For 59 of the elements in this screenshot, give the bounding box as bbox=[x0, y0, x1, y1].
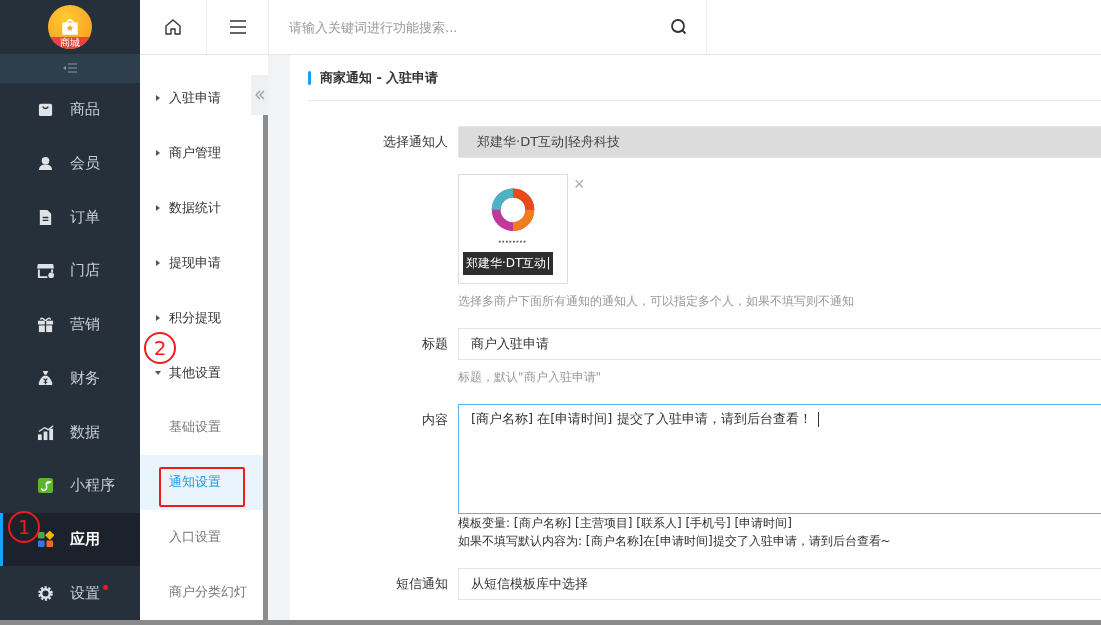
nav-item[interactable]: 商品 bbox=[0, 83, 140, 137]
title-accent-bar bbox=[308, 70, 311, 85]
submenu-group[interactable]: 其他设置 bbox=[155, 362, 251, 383]
caret-right-icon bbox=[155, 314, 161, 321]
nav-item[interactable]: 营销 bbox=[0, 297, 140, 352]
textarea-field[interactable]: [商户名称] 在[申请时间] 提交了入驻申请，请到后台查看！ bbox=[458, 404, 1101, 514]
user-icon bbox=[37, 155, 54, 173]
annotation-number: 1 bbox=[8, 511, 40, 543]
submenu-group[interactable]: 入驻申请 bbox=[155, 88, 251, 109]
submenu-group[interactable]: 积分提现 bbox=[155, 307, 251, 328]
gift-icon bbox=[37, 316, 54, 334]
money-bag-icon bbox=[37, 369, 54, 387]
input-field[interactable]: 商户入驻申请 bbox=[458, 328, 1101, 360]
nav-item[interactable]: 设置 bbox=[0, 566, 140, 620]
avatar-caption: 郑建华·DT互动| bbox=[463, 252, 554, 275]
help-text: 模板变量: [商户名称] [主营项目] [联系人] [手机号] [申请时间] bbox=[458, 515, 793, 532]
select-field[interactable]: 郑建华·DT互动|轻舟科技 bbox=[458, 126, 1101, 158]
nav-item[interactable]: 门店 bbox=[0, 244, 140, 298]
home-icon bbox=[164, 18, 182, 36]
annotation-number: 2 bbox=[144, 332, 176, 364]
double-chevron-icon bbox=[254, 90, 265, 100]
field-label: 短信通知 bbox=[395, 575, 449, 593]
caret-down-icon bbox=[155, 369, 161, 376]
input-field[interactable]: 从短信模板库中选择 bbox=[458, 568, 1101, 600]
menu-icon bbox=[228, 18, 247, 36]
scrollbar[interactable] bbox=[263, 115, 268, 620]
mini-program-icon bbox=[37, 477, 54, 495]
submenu-group[interactable]: 数据统计 bbox=[155, 198, 251, 218]
submenu-group[interactable]: 商户管理 bbox=[155, 143, 251, 164]
nav-item[interactable]: 订单 bbox=[0, 190, 140, 245]
bag-icon bbox=[59, 16, 81, 37]
help-text: 标题，默认"商户入驻申请" bbox=[458, 369, 603, 386]
search-icon[interactable] bbox=[670, 18, 688, 36]
store-icon bbox=[37, 262, 54, 280]
collapse-icon bbox=[63, 63, 77, 74]
nav-item[interactable]: 小程序 bbox=[0, 458, 140, 513]
field-label: 选择通知人 bbox=[382, 133, 449, 151]
caret-right-icon bbox=[155, 205, 161, 212]
nav-item[interactable]: 数据 bbox=[0, 405, 140, 459]
bar-chart-icon bbox=[37, 423, 54, 441]
field-label: 内容 bbox=[421, 411, 449, 429]
submenu-group[interactable]: 提现申请 bbox=[155, 253, 251, 273]
document-icon bbox=[37, 208, 54, 226]
gear-icon bbox=[37, 584, 54, 602]
nav-item[interactable]: 会员 bbox=[0, 136, 140, 191]
help-text: 选择多商户下面所有通知的通知人，可以指定多个人，如果不填写则不通知 bbox=[458, 293, 855, 310]
caret-right-icon bbox=[155, 150, 161, 157]
apps-icon bbox=[37, 530, 54, 548]
field-label: 标题 bbox=[421, 335, 449, 353]
submenu-item[interactable]: 入口设置 bbox=[140, 509, 263, 565]
nav-item[interactable]: 财务 bbox=[0, 351, 140, 406]
caret-right-icon bbox=[155, 259, 161, 266]
caret-right-icon bbox=[155, 95, 161, 102]
bag-icon bbox=[37, 101, 54, 119]
logo-text: 商城 bbox=[48, 36, 92, 49]
help-text: 如果不填写默认内容为: [商户名称]在[申请时间]提交了入驻申请，请到后台查看~ bbox=[458, 533, 892, 550]
page-title: 商家通知 - 入驻申请 bbox=[320, 68, 439, 87]
submenu-item[interactable]: 商户分类幻灯 bbox=[140, 564, 263, 620]
submenu-item[interactable]: 基础设置 bbox=[140, 399, 263, 455]
